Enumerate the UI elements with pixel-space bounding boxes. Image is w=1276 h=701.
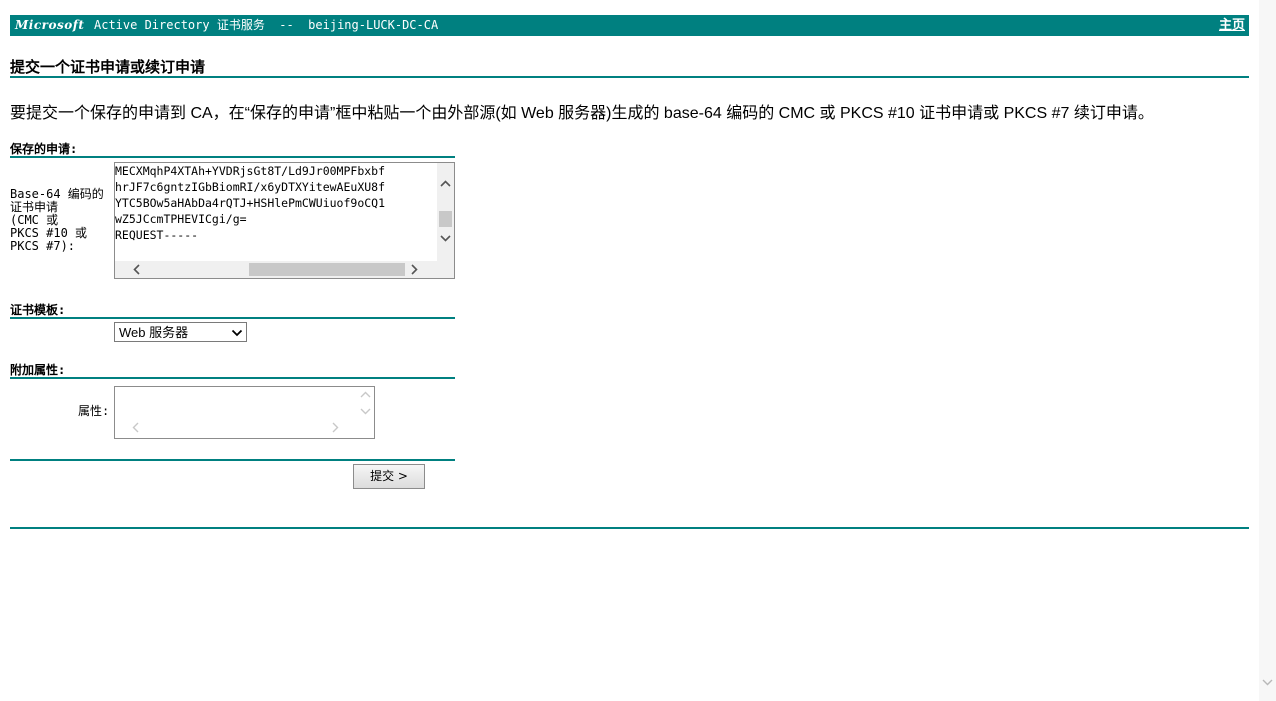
- template-selected-value: Web 服务器: [119, 325, 189, 340]
- header-bar: Microsoft Active Directory 证书服务 -- beiji…: [10, 15, 1249, 36]
- saved-request-hscrollbar[interactable]: [115, 261, 454, 278]
- page-vscrollbar[interactable]: [1259, 0, 1276, 701]
- attributes-divider: [10, 377, 455, 379]
- saved-request-hscroll-thumb[interactable]: [249, 263, 405, 276]
- chevron-left-icon[interactable]: [128, 261, 145, 278]
- chevron-up-icon[interactable]: [360, 388, 371, 401]
- saved-request-field-label: Base-64 编码的 证书申请 (CMC 或 PKCS #10 或 PKCS …: [10, 187, 104, 253]
- saved-request-vscroll-thumb[interactable]: [439, 211, 452, 227]
- page: Microsoft Active Directory 证书服务 -- beiji…: [0, 0, 1276, 701]
- chevron-down-icon: [231, 323, 243, 350]
- chevron-right-icon[interactable]: [406, 261, 423, 278]
- header-title: Active Directory 证书服务 -- beijing-LUCK-DC…: [94, 18, 439, 32]
- saved-request-content[interactable]: MECXMqhP4XTAh+YVDRjsGt8T/Ld9Jr00MPFbxbf h…: [115, 163, 437, 262]
- attributes-field-label: 属性:: [78, 404, 110, 418]
- chevron-down-icon[interactable]: [360, 405, 371, 418]
- saved-request-divider: [10, 156, 455, 158]
- brand-logo: Microsoft: [15, 18, 85, 32]
- home-link[interactable]: 主页: [1219, 15, 1245, 36]
- template-section-label: 证书模板:: [10, 303, 66, 317]
- chevron-left-icon[interactable]: [132, 422, 139, 436]
- submit-button[interactable]: 提交 >: [353, 464, 425, 489]
- chevron-down-icon[interactable]: [1259, 676, 1276, 689]
- saved-request-section-label: 保存的申请:: [10, 142, 78, 156]
- attributes-section-label: 附加属性:: [10, 363, 66, 377]
- attributes-textarea[interactable]: [114, 386, 375, 439]
- saved-request-vscrollbar[interactable]: [437, 163, 454, 262]
- footer-divider: [10, 527, 1249, 529]
- chevron-down-icon[interactable]: [437, 230, 454, 247]
- submit-divider: [10, 459, 455, 461]
- page-description: 要提交一个保存的申请到 CA，在“保存的申请”框中粘贴一个由外部源(如 Web …: [10, 105, 1154, 122]
- saved-request-textarea[interactable]: MECXMqhP4XTAh+YVDRjsGt8T/Ld9Jr00MPFbxbf h…: [114, 162, 455, 279]
- template-select[interactable]: Web 服务器: [114, 322, 247, 342]
- chevron-right-icon[interactable]: [332, 422, 339, 436]
- page-title: 提交一个证书申请或续订申请: [10, 58, 206, 76]
- title-divider: [10, 76, 1249, 78]
- template-divider: [10, 317, 455, 319]
- chevron-up-icon[interactable]: [437, 175, 454, 192]
